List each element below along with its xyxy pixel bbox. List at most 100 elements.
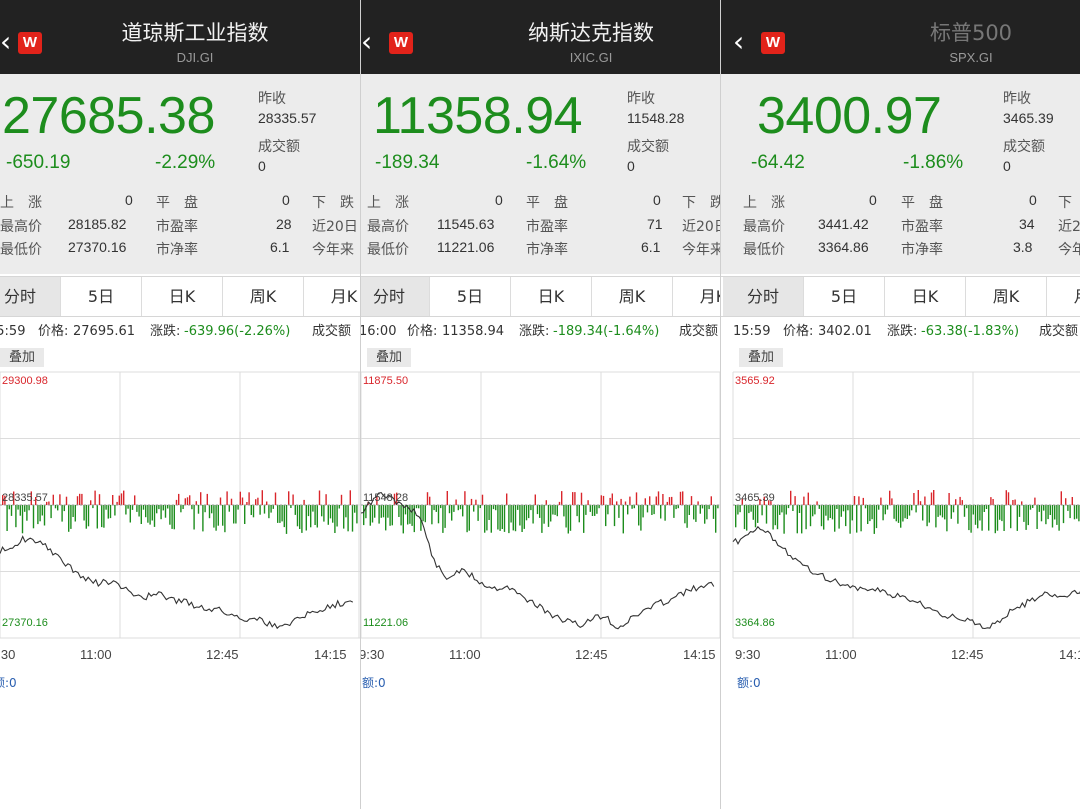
volume-bar-up xyxy=(933,490,935,505)
volume-bar-down xyxy=(277,505,279,523)
volume-bar-down xyxy=(21,505,24,534)
volume-bar-down xyxy=(750,505,752,512)
volume-bar-up xyxy=(134,495,136,505)
stat-label: 最高价 xyxy=(743,219,785,235)
volume-bar-up xyxy=(990,497,992,505)
volume-bar-up xyxy=(325,494,327,505)
volume-bar-down xyxy=(61,505,63,522)
volume-value: 0 xyxy=(1003,158,1011,174)
volume-bar-up xyxy=(241,497,244,505)
volume-bar-down xyxy=(904,505,906,519)
volume-bar-up xyxy=(574,492,576,505)
volume-bar-down xyxy=(754,505,757,528)
volume-bar-down xyxy=(739,505,741,513)
volume-bar-down xyxy=(473,505,475,512)
volume-bar-down xyxy=(792,505,794,511)
volume-bar-up xyxy=(1060,491,1062,505)
volume-bar-down xyxy=(193,505,195,530)
tab-intraday[interactable]: 分时 xyxy=(361,277,430,316)
tab-monthly-k[interactable]: 月K xyxy=(673,277,720,316)
volume-bar-down xyxy=(737,505,739,515)
volume-bar-down xyxy=(281,505,283,522)
tab-daily-k[interactable]: 日K xyxy=(885,277,966,316)
volume-bar-up xyxy=(65,496,68,505)
volume-bar-down xyxy=(374,505,376,518)
volume-bar-down xyxy=(222,505,224,526)
price-change-pct: -2.29% xyxy=(155,152,216,173)
volume-bar-down xyxy=(87,505,90,527)
volume-bar-down xyxy=(63,505,65,512)
volume-bar-down xyxy=(1049,505,1051,515)
stat-value: 6.1 xyxy=(270,239,290,255)
info-volume-label: 成交额 xyxy=(312,324,352,339)
volume-bar-down xyxy=(886,505,889,510)
volume-bar-down xyxy=(378,505,380,524)
volume-bar-down xyxy=(871,505,873,520)
stat-label: 今年来 xyxy=(1058,242,1080,258)
volume-bar-down xyxy=(37,505,39,525)
volume-bar-up xyxy=(671,496,673,505)
stat-label: 近20日 xyxy=(1058,219,1080,235)
volume-bar-down xyxy=(488,505,490,520)
last-price: 27685.38 xyxy=(2,87,215,145)
overlay-button[interactable]: 叠加 xyxy=(0,348,44,367)
volume-bar-down xyxy=(323,505,325,522)
volume-bar-down xyxy=(618,505,620,518)
volume-bar-down xyxy=(486,505,488,531)
volume-bar-down xyxy=(939,505,941,516)
volume-bar-down xyxy=(433,505,435,511)
chevron-left-icon[interactable]: ‹ xyxy=(361,27,372,57)
tab-weekly-k[interactable]: 周K xyxy=(966,277,1047,316)
volume-bar-down xyxy=(1018,505,1021,517)
tab-intraday[interactable]: 分时 xyxy=(723,277,804,316)
tab-5day[interactable]: 5日 xyxy=(430,277,511,316)
tab-intraday[interactable]: 分时 xyxy=(0,277,61,316)
info-price-label: 价格: xyxy=(407,324,438,339)
chevron-left-icon[interactable]: ‹ xyxy=(0,27,11,57)
tab-weekly-k[interactable]: 周K xyxy=(592,277,673,316)
volume-bar-up xyxy=(257,497,259,505)
volume-bar-down xyxy=(153,505,156,527)
volume-bar-down xyxy=(1038,505,1040,512)
volume-bar-up xyxy=(679,491,682,505)
tab-monthly-k[interactable]: 月K xyxy=(1047,277,1080,316)
tab-5day[interactable]: 5日 xyxy=(804,277,885,316)
volume-bar-down xyxy=(1023,505,1025,522)
volume-bar-up xyxy=(255,499,257,505)
tab-daily-k[interactable]: 日K xyxy=(511,277,592,316)
volume-bar-up xyxy=(1065,498,1067,505)
overlay-button[interactable]: 叠加 xyxy=(739,348,783,367)
volume-bar-up xyxy=(620,498,622,505)
volume-bar-down xyxy=(70,505,72,529)
volume-bar-down xyxy=(96,505,98,529)
tab-weekly-k[interactable]: 周K xyxy=(223,277,304,316)
volume-bar-down xyxy=(211,505,213,514)
chevron-left-icon[interactable]: ‹ xyxy=(733,27,744,57)
tab-daily-k[interactable]: 日K xyxy=(142,277,223,316)
volume-bar-up xyxy=(340,494,343,505)
volume-bar-down xyxy=(519,505,521,526)
volume-bar-down xyxy=(897,505,900,523)
volume-bar-down xyxy=(204,505,206,513)
volume-bar-up xyxy=(184,498,186,505)
volume-bar-down xyxy=(552,505,554,515)
overlay-button[interactable]: 叠加 xyxy=(367,348,411,367)
volume-bar-up xyxy=(446,491,448,505)
tab-5day[interactable]: 5日 xyxy=(61,277,142,316)
volume-bar-down xyxy=(565,505,567,528)
volume-bar-up xyxy=(891,498,893,505)
volume-bar-down xyxy=(827,505,829,521)
volume-bar-down xyxy=(327,505,329,525)
volume-bar-up xyxy=(1014,499,1016,505)
volume-bar-down xyxy=(765,505,768,524)
volume-bar-down xyxy=(567,505,569,534)
volume-bar-up xyxy=(710,496,712,505)
tab-monthly-k[interactable]: 月K xyxy=(304,277,360,316)
volume-bar-up xyxy=(318,490,321,505)
volume-bar-down xyxy=(1062,505,1065,524)
stat-value: 28 xyxy=(276,216,292,232)
volume-bar-up xyxy=(470,498,473,505)
x-axis-label: 12:45 xyxy=(206,647,239,662)
volume-bar-down xyxy=(895,505,897,522)
prev-close-label: 昨收 xyxy=(258,91,286,107)
